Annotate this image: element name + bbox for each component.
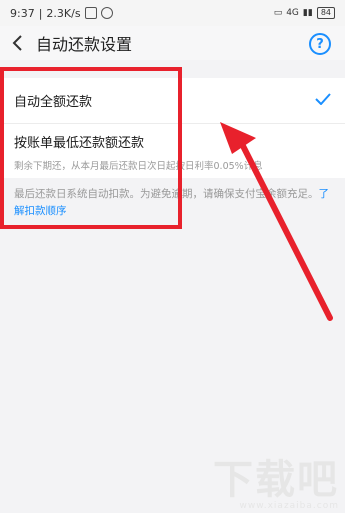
option-subtitle: 剩余下期还，从本月最后还款日次日起按日利率0.05%计息: [14, 161, 263, 172]
signal-text: 4G: [286, 8, 299, 18]
option-full-repayment[interactable]: 自动全额还款: [0, 78, 345, 124]
chevron-left-icon: [12, 35, 22, 51]
option-label: 自动全额还款: [14, 95, 93, 110]
help-icon[interactable]: ?: [309, 33, 331, 55]
alarm-icon: [100, 7, 113, 19]
battery-icon: 84: [316, 7, 335, 19]
wifi-icon: ▭: [273, 8, 283, 18]
watermark-url: www.xiazaiba.com: [239, 501, 339, 511]
status-bar: 9:37 | 2.3K/s ▭ 4G ▮▮ 84: [0, 0, 345, 26]
network-speed: 2.3K/s: [46, 6, 81, 20]
status-divider: |: [38, 6, 43, 20]
page-title: 自动还款设置: [36, 35, 133, 54]
annotation-arrow-icon: [220, 122, 333, 321]
option-label: 按账单最低还款额还款: [14, 136, 145, 151]
status-time: 9:37: [10, 6, 35, 20]
nav-header: 自动还款设置 ?: [0, 26, 345, 60]
repayment-options: 自动全额还款 按账单最低还款额还款 剩余下期还，从本月最后还款日次日起按日利率0…: [0, 78, 345, 178]
watermark: 下载吧 www.xiazaiba.com: [213, 459, 339, 511]
checkmark-icon: [315, 93, 331, 105]
deduction-note: 最后还款日系统自动扣款。为避免逾期，请确保支付宝余额充足。了解扣款顺序: [14, 186, 334, 220]
note-text: 最后还款日系统自动扣款。为避免逾期，请确保支付宝余额充足。: [14, 188, 319, 200]
signal-icon: ▮▮: [302, 8, 313, 18]
watermark-logo: 下载吧: [213, 457, 339, 503]
back-button[interactable]: [0, 26, 36, 60]
option-minimum-repayment[interactable]: 按账单最低还款额还款 剩余下期还，从本月最后还款日次日起按日利率0.05%计息: [0, 124, 345, 178]
notification-icon: [84, 7, 97, 19]
